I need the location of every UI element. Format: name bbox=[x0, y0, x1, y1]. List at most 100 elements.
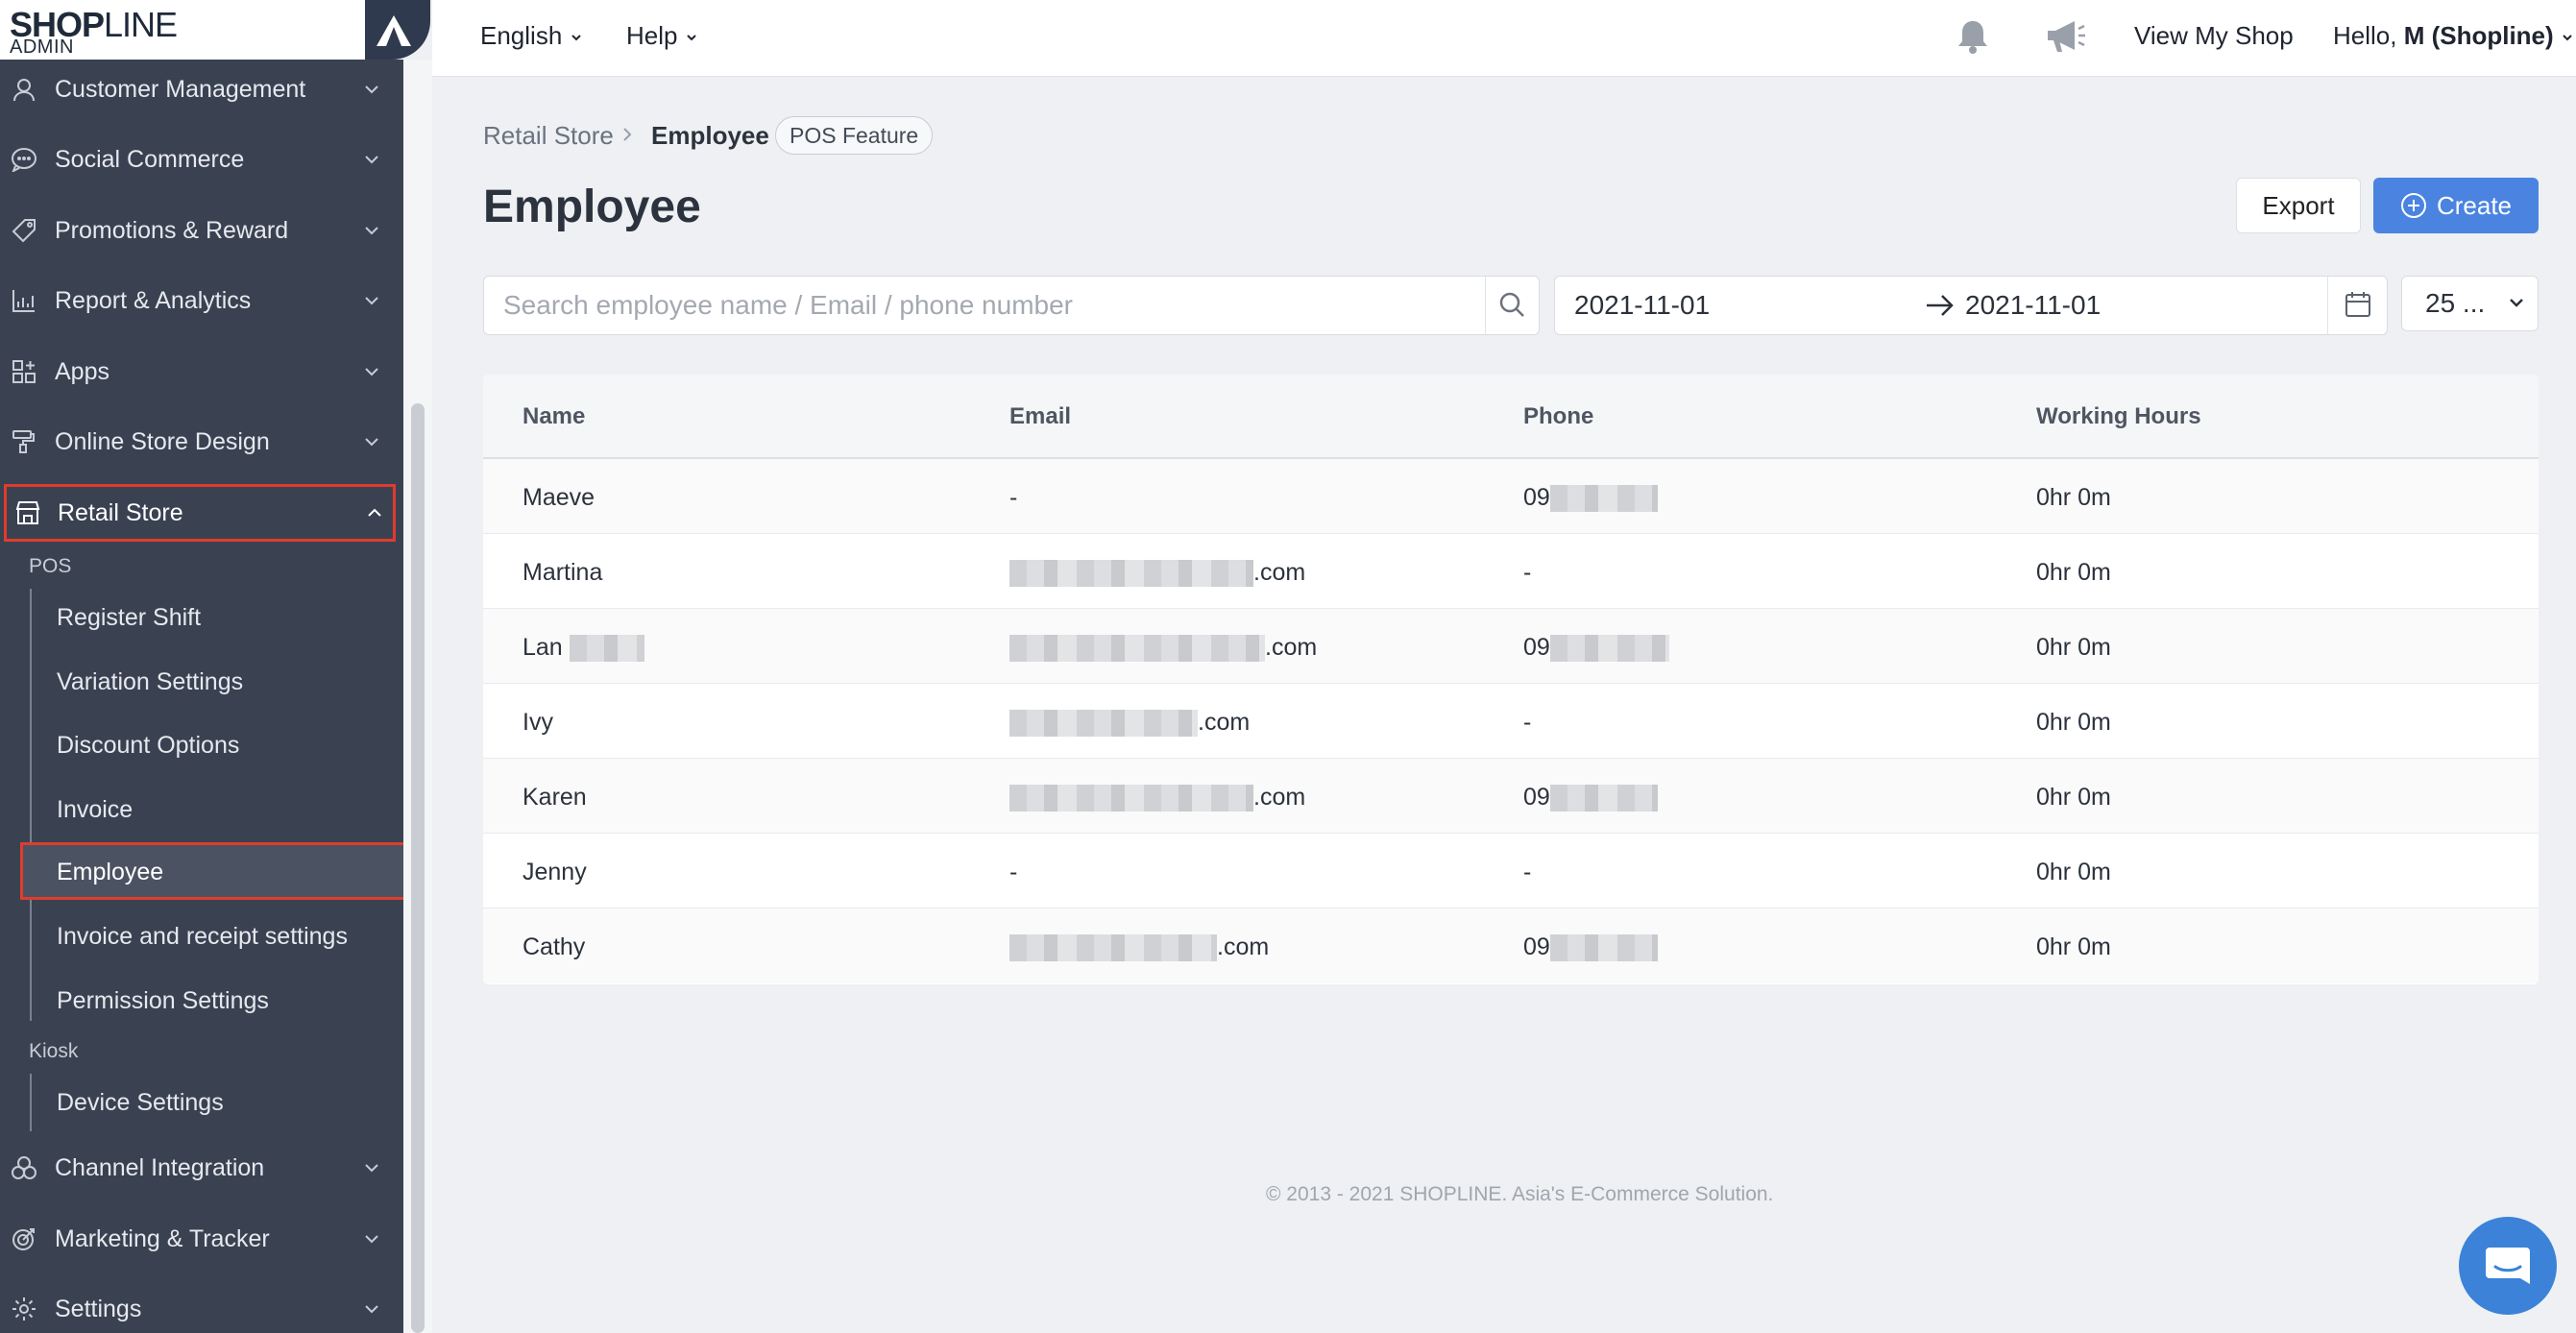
employee-table: Name Email Phone Working Hours Maeve - 0… bbox=[483, 375, 2539, 984]
cell-name: Lan bbox=[522, 634, 644, 663]
table-row[interactable]: Maeve - 09 0hr 0m bbox=[483, 459, 2539, 534]
chevron-down-icon bbox=[365, 1305, 378, 1314]
sidebar-sub-discount-options[interactable]: Discount Options bbox=[57, 732, 239, 760]
redacted-block bbox=[1009, 635, 1265, 663]
view-my-shop-link[interactable]: View My Shop bbox=[2134, 21, 2294, 51]
chevron-down-icon bbox=[2510, 299, 2523, 307]
per-page-select[interactable]: 25 ... bbox=[2401, 276, 2539, 331]
redacted-block bbox=[1009, 934, 1217, 962]
redacted-block bbox=[1549, 635, 1669, 663]
help-dropdown[interactable]: Help bbox=[626, 21, 698, 51]
sidebar-header: SHOPLINE ADMIN bbox=[0, 0, 403, 60]
cell-phone: 09 bbox=[1523, 634, 1669, 663]
page-title: Employee bbox=[483, 182, 701, 232]
breadcrumb-parent[interactable]: Retail Store bbox=[483, 121, 614, 151]
megaphone-icon[interactable] bbox=[2044, 17, 2088, 61]
kiosk-group-label: Kiosk bbox=[29, 1040, 79, 1062]
user-menu[interactable]: Hello, M (Shopline) bbox=[2333, 21, 2574, 51]
date-from[interactable]: 2021-11-01 bbox=[1574, 290, 1710, 321]
pos-group-label: POS bbox=[29, 555, 72, 577]
sidebar-sub-invoice-receipt-settings[interactable]: Invoice and receipt settings bbox=[57, 923, 348, 951]
chevron-down-icon bbox=[365, 227, 378, 235]
table-row[interactable]: Jenny - - 0hr 0m bbox=[483, 834, 2539, 909]
export-button[interactable]: Export bbox=[2236, 178, 2361, 233]
cell-working-hours: 0hr 0m bbox=[2036, 709, 2111, 736]
sidebar-item-promotions[interactable]: Promotions & Reward bbox=[0, 202, 403, 259]
table-row[interactable]: Ivy .com - 0hr 0m bbox=[483, 684, 2539, 759]
mountain-icon bbox=[377, 15, 411, 46]
cell-working-hours: 0hr 0m bbox=[2036, 784, 2111, 811]
language-dropdown[interactable]: English bbox=[480, 21, 583, 51]
chevron-down-icon bbox=[365, 85, 378, 94]
cell-name: Jenny bbox=[522, 859, 587, 885]
sidebar-item-marketing-tracker[interactable]: Marketing & Tracker bbox=[0, 1210, 403, 1268]
cell-email: - bbox=[1009, 859, 1018, 885]
sidebar-item-online-store-design[interactable]: Online Store Design bbox=[0, 413, 403, 471]
search-box bbox=[483, 276, 1540, 335]
table-row[interactable]: Cathy .com 09 0hr 0m bbox=[483, 909, 2539, 983]
search-input[interactable] bbox=[503, 286, 1464, 325]
chevron-up-icon bbox=[368, 508, 381, 517]
sidebar-sub-employee[interactable]: Employee bbox=[20, 842, 408, 900]
cell-phone: 09 bbox=[1523, 933, 1658, 962]
sidebar-sub-variation-settings[interactable]: Variation Settings bbox=[57, 668, 243, 696]
chevron-right-icon bbox=[623, 128, 632, 141]
sidebar-item-settings[interactable]: Settings bbox=[0, 1280, 403, 1333]
sidebar-sub-register-shift[interactable]: Register Shift bbox=[57, 604, 201, 632]
arrow-right-icon bbox=[1927, 295, 1954, 316]
date-divider bbox=[2327, 277, 2328, 334]
channels-icon bbox=[10, 1153, 38, 1182]
sidebar: SHOPLINE ADMIN Customer Management Socia… bbox=[0, 0, 430, 1333]
column-header-phone: Phone bbox=[1523, 403, 1594, 429]
bell-icon[interactable] bbox=[1954, 17, 1992, 61]
sidebar-item-customer-management[interactable]: Customer Management bbox=[0, 61, 403, 118]
chevron-down-icon bbox=[365, 368, 378, 376]
chat-icon bbox=[2486, 1248, 2530, 1284]
logo-subtitle: ADMIN bbox=[10, 36, 74, 58]
tag-icon bbox=[10, 216, 38, 245]
sidebar-item-social-commerce[interactable]: Social Commerce bbox=[0, 131, 403, 188]
sidebar-item-retail-store[interactable]: Retail Store bbox=[4, 484, 396, 542]
cell-working-hours: 0hr 0m bbox=[2036, 484, 2111, 511]
table-row[interactable]: Martina .com - 0hr 0m bbox=[483, 534, 2539, 609]
sidebar-item-channel-integration[interactable]: Channel Integration bbox=[0, 1139, 403, 1197]
chevron-down-icon bbox=[687, 35, 696, 41]
sidebar-item-apps[interactable]: Apps bbox=[0, 343, 403, 400]
cell-name: Maeve bbox=[522, 484, 595, 511]
sidebar-item-report-analytics[interactable]: Report & Analytics bbox=[0, 272, 403, 329]
chevron-down-icon bbox=[365, 297, 378, 305]
date-to[interactable]: 2021-11-01 bbox=[1965, 290, 2101, 321]
column-header-email: Email bbox=[1009, 403, 1072, 429]
chat-support-button[interactable] bbox=[2459, 1217, 2557, 1315]
redacted-block bbox=[1549, 485, 1658, 513]
cell-name: Ivy bbox=[522, 709, 553, 736]
calendar-icon[interactable] bbox=[2345, 290, 2371, 324]
chevron-down-icon bbox=[365, 438, 378, 447]
redacted-block bbox=[1009, 560, 1253, 588]
table-row[interactable]: Karen .com 09 0hr 0m bbox=[483, 759, 2539, 834]
sidebar-sub-device-settings[interactable]: Device Settings bbox=[57, 1089, 224, 1117]
redacted-block bbox=[1549, 934, 1658, 962]
cell-phone: - bbox=[1523, 859, 1532, 885]
footer-copyright: © 2013 - 2021 SHOPLINE. Asia's E-Commerc… bbox=[1266, 1183, 1774, 1205]
gear-icon bbox=[10, 1295, 38, 1323]
cell-phone: - bbox=[1523, 559, 1532, 586]
redacted-block bbox=[1009, 785, 1253, 812]
date-range-picker[interactable]: 2021-11-01 2021-11-01 bbox=[1554, 276, 2388, 335]
cell-name: Karen bbox=[522, 784, 587, 811]
collapse-sidebar-button[interactable] bbox=[365, 0, 430, 60]
table-row[interactable]: Lan .com 09 0hr 0m bbox=[483, 609, 2539, 684]
redacted-block bbox=[569, 635, 644, 663]
cell-phone: 09 bbox=[1523, 784, 1658, 812]
sidebar-sub-permission-settings[interactable]: Permission Settings bbox=[57, 987, 269, 1015]
pos-feature-badge: POS Feature bbox=[775, 116, 934, 155]
breadcrumb-current: Employee bbox=[651, 121, 769, 150]
create-button[interactable]: Create bbox=[2373, 178, 2539, 233]
search-icon[interactable] bbox=[1497, 290, 1526, 324]
cell-name: Martina bbox=[522, 559, 603, 586]
sidebar-scrollbar-thumb[interactable] bbox=[411, 403, 425, 1333]
cell-email: - bbox=[1009, 484, 1018, 511]
sidebar-sub-invoice[interactable]: Invoice bbox=[57, 796, 133, 824]
column-header-name: Name bbox=[522, 403, 586, 429]
cell-email: .com bbox=[1009, 784, 1305, 812]
